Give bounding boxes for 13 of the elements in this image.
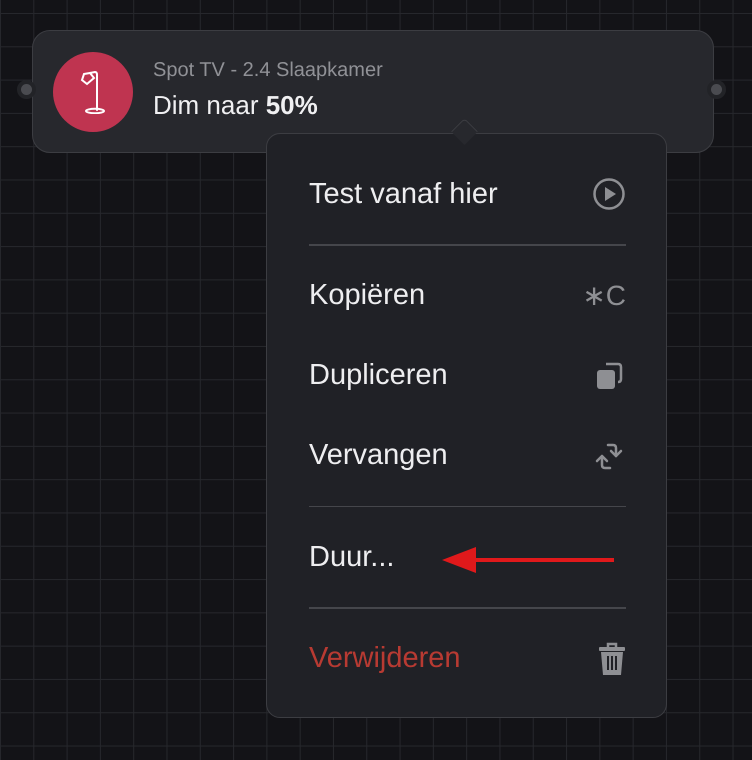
menu-item[interactable]: Dupliceren (309, 336, 626, 416)
node-card[interactable]: Spot TV - 2.4 Slaapkamer Dim naar 50% (32, 30, 714, 153)
connector-port[interactable] (17, 80, 36, 99)
node-action: Dim naar 50% (153, 90, 319, 120)
play-icon (592, 177, 626, 211)
menu-item[interactable]: Test vanaf hier (309, 154, 626, 234)
trash-icon (598, 642, 626, 676)
node-subtitle: Spot TV - 2.4 Slaapkamer (153, 58, 383, 82)
menu-item[interactable]: Duur... (309, 517, 626, 597)
shortcut-hint: ∗C (582, 279, 626, 312)
menu-item[interactable]: Kopiëren ∗C (309, 256, 626, 336)
menu-item[interactable]: Vervangen (309, 416, 626, 496)
connector-port[interactable] (707, 80, 726, 99)
